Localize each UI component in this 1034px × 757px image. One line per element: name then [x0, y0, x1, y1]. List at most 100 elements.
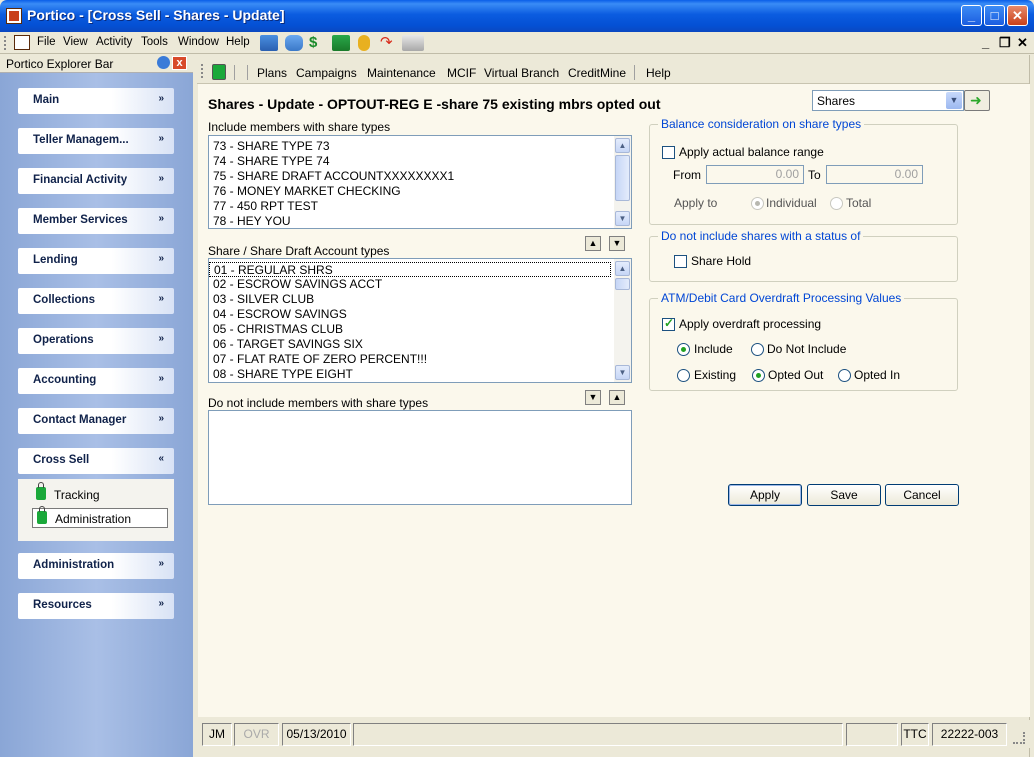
list-item[interactable]: 75 - SHARE DRAFT ACCOUNTXXXXXXXX1 — [209, 169, 631, 184]
scroll-thumb[interactable] — [615, 278, 630, 290]
include-share-types-list[interactable]: 73 - SHARE TYPE 73 74 - SHARE TYPE 74 75… — [208, 135, 632, 229]
group-label: Cross Sell — [33, 454, 90, 466]
group-cross-sell[interactable]: Cross Sell « — [18, 448, 174, 474]
mdi-close-button[interactable]: ✕ — [1017, 35, 1028, 51]
move-down-button[interactable]: ▼ — [585, 390, 601, 405]
group-contact-manager[interactable]: Contact Manager » — [18, 408, 174, 434]
list-item[interactable]: 73 - SHARE TYPE 73 — [209, 139, 631, 154]
toolbar-help[interactable]: Help — [646, 66, 671, 80]
apply-overdraft-checkbox[interactable] — [662, 316, 675, 331]
exclude-share-types-list[interactable] — [208, 410, 632, 505]
mdi-app-icon[interactable] — [14, 35, 30, 50]
printer-icon[interactable] — [402, 35, 424, 51]
toolbar-maintenance[interactable]: Maintenance — [367, 66, 436, 80]
apply-range-checkbox[interactable] — [662, 146, 675, 159]
do-not-include-radio[interactable] — [751, 343, 764, 356]
apply-button[interactable]: Apply — [728, 484, 802, 506]
menu-help[interactable]: Help — [226, 36, 250, 48]
menu-tools[interactable]: Tools — [141, 36, 168, 48]
total-radio[interactable] — [830, 197, 843, 210]
list-item[interactable]: 04 - ESCROW SAVINGS — [209, 307, 631, 322]
group-member-services[interactable]: Member Services » — [18, 208, 174, 234]
from-input[interactable]: 0.00 — [706, 165, 804, 184]
toolbar-plans[interactable]: Plans — [257, 66, 287, 80]
cash-drawer-icon[interactable] — [332, 35, 350, 51]
list-item[interactable]: 77 - 450 RPT TEST — [209, 199, 631, 214]
resize-grip-icon[interactable] — [1013, 732, 1025, 744]
module-toolbar: Plans Campaigns Maintenance MCIF Virtual… — [197, 60, 1029, 84]
mdi-restore-button[interactable]: ❐ — [999, 35, 1011, 51]
link-icon[interactable] — [285, 35, 303, 51]
move-up-button[interactable]: ▲ — [609, 390, 625, 405]
cross-sell-tracking[interactable]: Tracking — [32, 482, 168, 505]
group-teller-management[interactable]: Teller Managem... » — [18, 128, 174, 154]
group-financial-activity[interactable]: Financial Activity » — [18, 168, 174, 194]
include-scrollbar[interactable]: ▲ ▼ — [614, 136, 631, 228]
scroll-thumb[interactable] — [615, 155, 630, 201]
group-resources[interactable]: Resources » — [18, 593, 174, 619]
mdi-minimize-button[interactable]: _ — [982, 35, 989, 50]
menu-activity[interactable]: Activity — [96, 36, 132, 48]
explorer-close-button[interactable]: x — [172, 56, 187, 70]
menu-window[interactable]: Window — [178, 36, 219, 48]
toolbar-virtual-branch[interactable]: Virtual Branch — [484, 66, 559, 80]
save-button[interactable]: Save — [807, 484, 881, 506]
chevron-down-icon[interactable]: ▼ — [946, 92, 962, 109]
group-accounting[interactable]: Accounting » — [18, 368, 174, 394]
account-types-scrollbar[interactable]: ▲ ▼ — [614, 259, 631, 382]
menu-view[interactable]: View — [63, 36, 88, 48]
include-radio[interactable] — [677, 343, 690, 356]
forward-arrow-icon[interactable]: ↷ — [380, 35, 398, 51]
scroll-down-icon[interactable]: ▼ — [615, 365, 630, 380]
menu-file[interactable]: File — [37, 36, 56, 48]
dollar-icon[interactable]: $ — [309, 35, 321, 51]
scroll-up-icon[interactable]: ▲ — [615, 261, 630, 276]
bag-icon[interactable] — [358, 35, 370, 51]
move-down-button[interactable]: ▼ — [609, 236, 625, 251]
opted-out-radio[interactable] — [752, 369, 765, 382]
maximize-button[interactable]: □ — [984, 5, 1005, 26]
lock-icon[interactable] — [212, 64, 226, 80]
list-item[interactable]: 76 - MONEY MARKET CHECKING — [209, 184, 631, 199]
minimize-button[interactable]: _ — [961, 5, 982, 26]
list-item[interactable]: 74 - SHARE TYPE 74 — [209, 154, 631, 169]
list-item[interactable]: 05 - CHRISTMAS CLUB — [209, 322, 631, 337]
scroll-down-icon[interactable]: ▼ — [615, 211, 630, 226]
list-item[interactable]: 06 - TARGET SAVINGS SIX — [209, 337, 631, 352]
list-item[interactable]: 78 - HEY YOU — [209, 214, 631, 228]
toolbar-creditmine[interactable]: CreditMine — [568, 66, 626, 80]
toolbar-mcif[interactable]: MCIF — [447, 66, 476, 80]
list-item[interactable]: 08 - SHARE TYPE EIGHT — [209, 367, 631, 382]
account-types-list[interactable]: 01 - REGULAR SHRS 02 - ESCROW SAVINGS AC… — [208, 258, 632, 383]
group-lending[interactable]: Lending » — [18, 248, 174, 274]
toolbar-grip-icon[interactable] — [201, 64, 204, 78]
scroll-up-icon[interactable]: ▲ — [615, 138, 630, 153]
group-label: Accounting — [33, 374, 97, 386]
toolbar-campaigns[interactable]: Campaigns — [296, 66, 357, 80]
list-item[interactable]: 07 - FLAT RATE OF ZERO PERCENT!!! — [209, 352, 631, 367]
individual-radio[interactable] — [751, 197, 764, 210]
group-collections[interactable]: Collections » — [18, 288, 174, 314]
opted-in-radio[interactable] — [838, 369, 851, 382]
close-button[interactable]: ✕ — [1007, 5, 1028, 26]
go-arrow-button[interactable] — [964, 90, 990, 111]
share-hold-checkbox[interactable] — [674, 255, 687, 268]
existing-radio[interactable] — [677, 369, 690, 382]
group-operations[interactable]: Operations » — [18, 328, 174, 354]
pin-icon[interactable] — [157, 56, 170, 69]
group-label: Teller Managem... — [33, 134, 129, 146]
cross-sell-administration[interactable]: Administration — [32, 506, 168, 528]
network-icon[interactable] — [260, 35, 278, 51]
type-select[interactable]: Shares ▼ — [812, 90, 964, 111]
cancel-button[interactable]: Cancel — [885, 484, 959, 506]
move-up-button[interactable]: ▲ — [585, 236, 601, 251]
lock-icon — [37, 506, 47, 524]
list-item[interactable]: 03 - SILVER CLUB — [209, 292, 631, 307]
group-administration[interactable]: Administration » — [18, 553, 174, 579]
list-item[interactable]: 01 - REGULAR SHRS — [209, 262, 611, 277]
to-input[interactable]: 0.00 — [826, 165, 923, 184]
group-label: Financial Activity — [33, 174, 128, 186]
group-main[interactable]: Main » — [18, 88, 174, 114]
list-item[interactable]: 02 - ESCROW SAVINGS ACCT — [209, 277, 631, 292]
toolbar-grip-icon[interactable] — [4, 36, 7, 50]
